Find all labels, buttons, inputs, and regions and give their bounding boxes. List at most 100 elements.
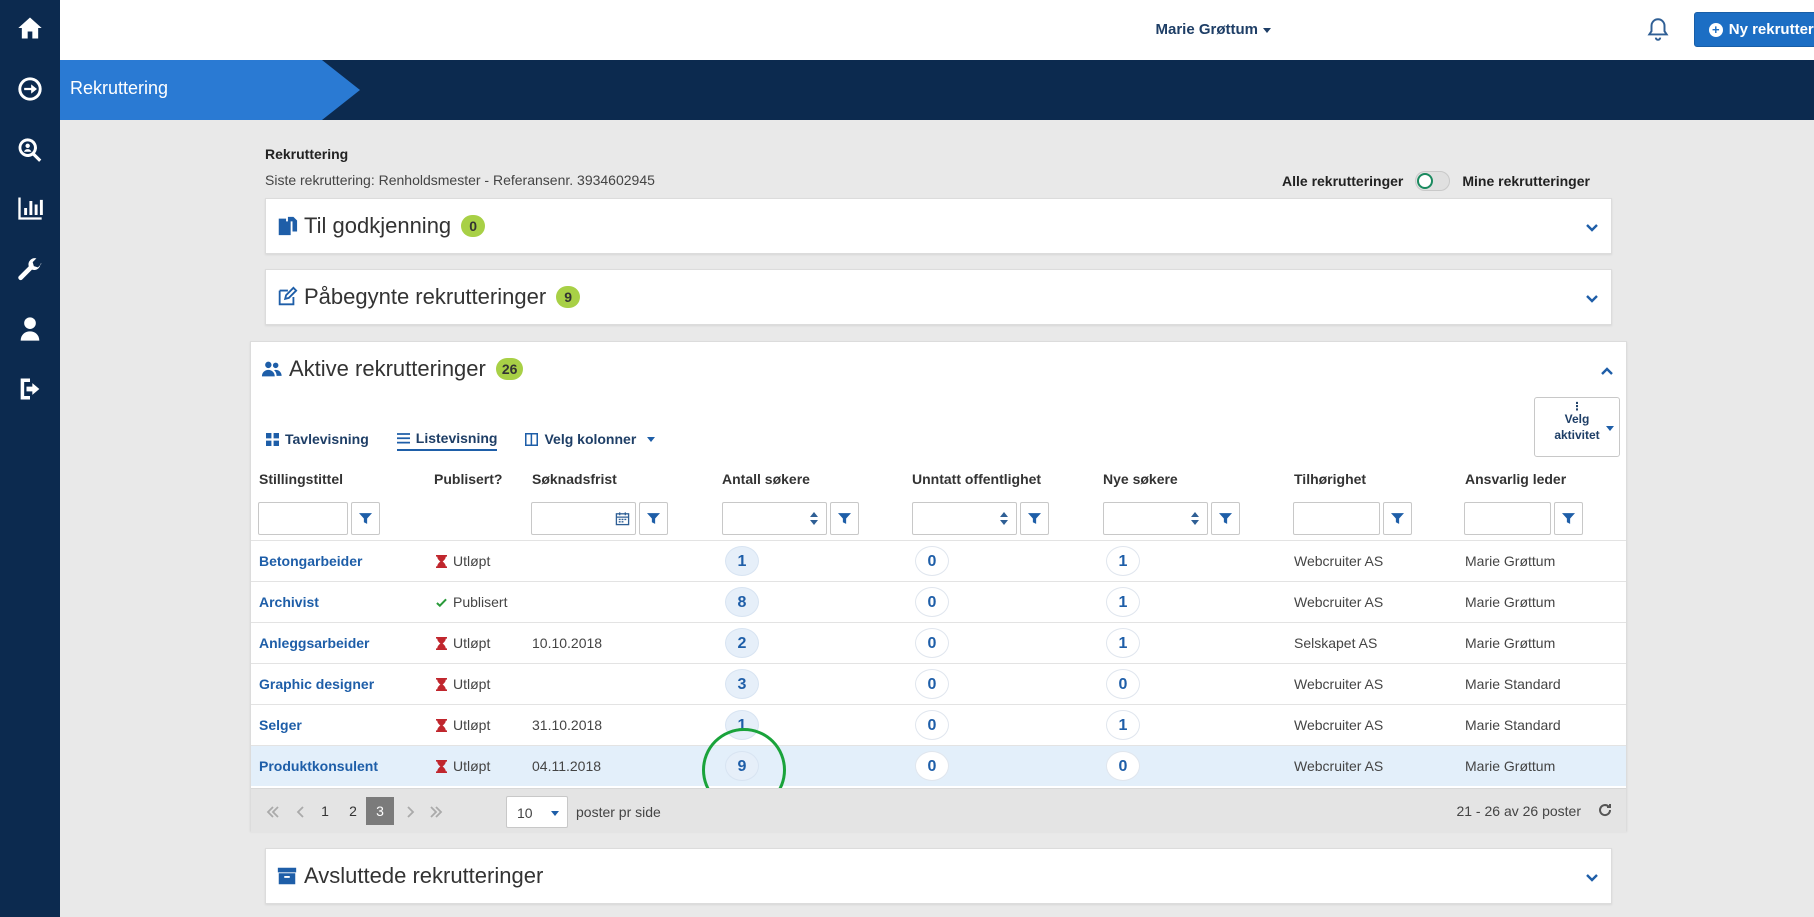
- first-page-icon[interactable]: [259, 797, 287, 825]
- logout-icon[interactable]: [0, 369, 60, 409]
- started-panel[interactable]: Påbegynte rekrutteringer 9: [265, 269, 1612, 325]
- page-2[interactable]: 2: [339, 797, 367, 825]
- col-manager[interactable]: Ansvarlig leder: [1465, 471, 1566, 487]
- hourglass-icon: [436, 759, 447, 773]
- manager-value: Marie Grøttum: [1465, 635, 1556, 651]
- filter-icon[interactable]: [1554, 502, 1583, 535]
- table-row[interactable]: Anleggsarbeider Utløpt 10.10.2018 2 0 1 Selska…: [251, 622, 1626, 663]
- col-company[interactable]: Tilhørighet: [1294, 471, 1366, 487]
- company-value: Webcruiter AS: [1294, 717, 1384, 733]
- arrow-right-circle-icon[interactable]: [0, 69, 60, 109]
- job-title-link[interactable]: Graphic designer: [259, 676, 374, 692]
- page-size-select[interactable]: 10: [506, 796, 568, 828]
- stepper-icon[interactable]: [803, 502, 825, 535]
- breadcrumb-bar: Rekruttering: [60, 60, 1814, 120]
- job-title-link[interactable]: Betongarbeider: [259, 553, 362, 569]
- applicants-count[interactable]: 2: [725, 628, 759, 658]
- started-header: Påbegynte rekrutteringer 9: [276, 284, 581, 310]
- bell-icon[interactable]: [1645, 15, 1673, 45]
- approval-panel[interactable]: Til godkjenning 0: [265, 198, 1612, 254]
- publish-status: Publisert: [436, 594, 507, 610]
- refresh-icon[interactable]: [1598, 803, 1614, 819]
- closed-panel[interactable]: Avsluttede rekrutteringer: [265, 848, 1612, 904]
- user-menu[interactable]: Marie Grøttum: [1155, 21, 1271, 38]
- stepper-icon[interactable]: [993, 502, 1015, 535]
- next-page-icon[interactable]: [396, 797, 424, 825]
- active-panel: Aktive rekrutteringer 26 Tavlevisning Li…: [250, 341, 1627, 833]
- publish-status-label: Utløpt: [453, 717, 491, 733]
- check-icon: [436, 598, 447, 607]
- sidebar-nav: [0, 0, 60, 917]
- table-row[interactable]: Betongarbeider Utløpt 1 0 1 Webcruiter AS Mari…: [251, 540, 1626, 581]
- filter-icon[interactable]: [1383, 502, 1412, 535]
- manager-value: Marie Grøttum: [1465, 553, 1556, 569]
- scope-toggle[interactable]: [1415, 171, 1451, 191]
- page-3[interactable]: 3: [366, 797, 394, 825]
- exempt-count[interactable]: 0: [915, 710, 949, 740]
- exempt-count[interactable]: 0: [915, 628, 949, 658]
- page-size-value: 10: [517, 805, 533, 821]
- company-filter-input[interactable]: [1293, 502, 1380, 535]
- filter-icon[interactable]: [639, 502, 668, 535]
- last-page-icon[interactable]: [422, 797, 450, 825]
- home-icon[interactable]: [0, 8, 60, 48]
- board-view-label: Tavlevisning: [285, 431, 369, 447]
- job-title-link[interactable]: Produktkonsulent: [259, 758, 378, 774]
- manager-filter-input[interactable]: [1464, 502, 1551, 535]
- approval-header: Til godkjenning 0: [276, 213, 486, 239]
- chevron-up-icon[interactable]: [1600, 364, 1614, 378]
- filter-icon[interactable]: [830, 502, 859, 535]
- new-applicants-count[interactable]: 1: [1106, 710, 1140, 740]
- new-applicants-count[interactable]: 1: [1106, 587, 1140, 617]
- chevron-down-icon[interactable]: [1585, 221, 1599, 235]
- job-title-link[interactable]: Selger: [259, 717, 302, 733]
- exempt-count[interactable]: 0: [915, 669, 949, 699]
- table-row[interactable]: Produktkonsulent Utløpt 04.11.2018 9 0 0 Webcr…: [251, 745, 1626, 786]
- exempt-count[interactable]: 0: [915, 587, 949, 617]
- table-row[interactable]: Selger Utløpt 31.10.2018 1 0 1 Webcruiter AS Ma…: [251, 704, 1626, 745]
- table-row[interactable]: Graphic designer Utløpt 3 0 0 Webcruiter AS Ma…: [251, 663, 1626, 704]
- applicants-count[interactable]: 8: [725, 587, 759, 617]
- page-1[interactable]: 1: [311, 797, 339, 825]
- col-title[interactable]: Stillingstittel: [259, 471, 343, 487]
- publish-status: Utløpt: [436, 553, 490, 569]
- choose-columns-button[interactable]: Velg kolonner: [525, 430, 656, 451]
- col-applicants[interactable]: Antall søkere: [722, 471, 810, 487]
- table-row[interactable]: Archivist Publisert 8 0 1 Webcruiter AS Marie …: [251, 581, 1626, 622]
- filter-icon[interactable]: [351, 502, 380, 535]
- chevron-down-icon[interactable]: [1585, 292, 1599, 306]
- exempt-count[interactable]: 0: [915, 546, 949, 576]
- search-candidate-icon[interactable]: [0, 130, 60, 170]
- tab-list-view[interactable]: Listevisning: [396, 430, 498, 451]
- bar-chart-icon[interactable]: [0, 188, 60, 228]
- new-applicants-count[interactable]: 1: [1106, 628, 1140, 658]
- wrench-icon[interactable]: [0, 250, 60, 290]
- hourglass-icon: [436, 677, 447, 691]
- job-title-link[interactable]: Anleggsarbeider: [259, 635, 369, 651]
- col-deadline[interactable]: Søknadsfrist: [532, 471, 617, 487]
- pagination: 1 2 3 10 poster pr side 21 - 26 av 26 po…: [251, 788, 1626, 833]
- title-filter-input[interactable]: [258, 502, 348, 535]
- breadcrumb[interactable]: Rekruttering: [60, 60, 360, 120]
- new-applicants-count[interactable]: 0: [1106, 669, 1140, 699]
- tab-board-view[interactable]: Tavlevisning: [266, 430, 369, 451]
- user-icon[interactable]: [0, 309, 60, 349]
- exempt-count[interactable]: 0: [915, 751, 949, 781]
- user-name: Marie Grøttum: [1155, 21, 1258, 38]
- choose-activity-button[interactable]: ⋮ Velg aktivitet: [1534, 397, 1620, 457]
- applicants-count[interactable]: 3: [725, 669, 759, 699]
- chevron-down-icon[interactable]: [1585, 871, 1599, 885]
- new-applicants-count[interactable]: 0: [1106, 751, 1140, 781]
- publish-status: Utløpt: [436, 676, 490, 692]
- col-exempt[interactable]: Unntatt offentlighet: [912, 471, 1041, 487]
- col-new[interactable]: Nye søkere: [1103, 471, 1178, 487]
- applicants-count[interactable]: 1: [725, 546, 759, 576]
- new-applicants-count[interactable]: 1: [1106, 546, 1140, 576]
- calendar-icon[interactable]: [611, 502, 633, 535]
- stepper-icon[interactable]: [1184, 502, 1206, 535]
- col-published[interactable]: Publisert?: [434, 471, 502, 487]
- filter-icon[interactable]: [1211, 502, 1240, 535]
- new-recruitment-button[interactable]: + Ny rekruttering: [1694, 12, 1814, 47]
- job-title-link[interactable]: Archivist: [259, 594, 319, 610]
- filter-icon[interactable]: [1020, 502, 1049, 535]
